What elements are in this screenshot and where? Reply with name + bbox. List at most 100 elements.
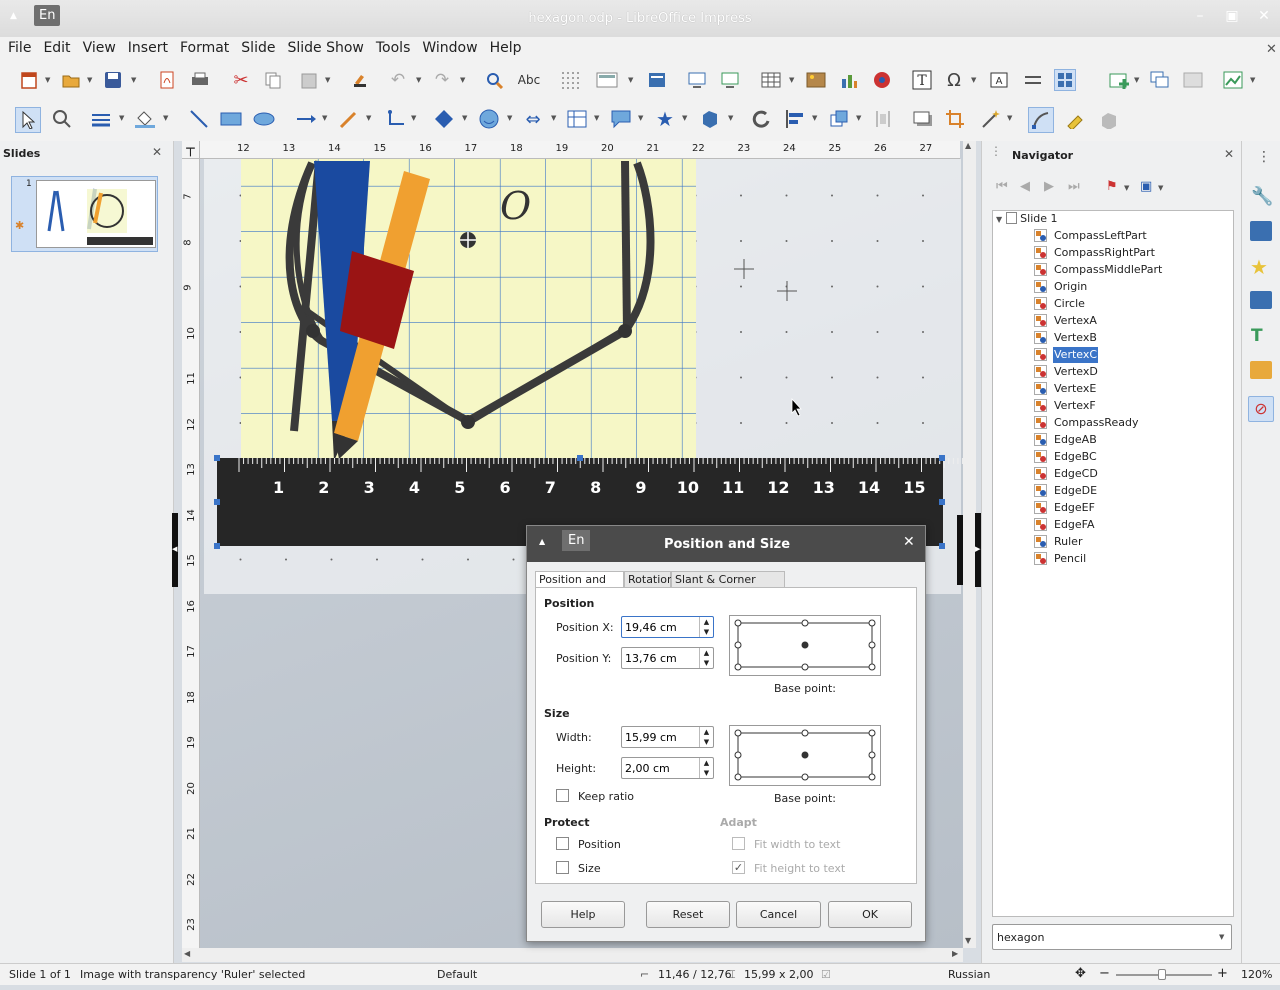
zoom-level[interactable]: 120% xyxy=(1241,968,1272,981)
redo-icon[interactable]: ↷ xyxy=(431,69,453,91)
vertical-ruler[interactable]: 7 8 9 10 11 12 13 14 15 16 17 18 19 20 21 22 23 xyxy=(182,159,200,949)
nav-item[interactable]: EdgeDE xyxy=(1053,483,1098,499)
width-input[interactable] xyxy=(622,727,698,747)
menu-slide[interactable]: Slide xyxy=(237,37,279,60)
rectangle-icon[interactable] xyxy=(220,108,242,130)
media-icon[interactable] xyxy=(871,69,893,91)
first-slide-icon[interactable]: ⏮ xyxy=(996,179,1008,194)
transformations-icon[interactable] xyxy=(1022,69,1044,91)
nav-item[interactable]: CompassLeftPart xyxy=(1053,228,1148,244)
keep-ratio-checkbox[interactable] xyxy=(556,789,569,802)
close-navigator-icon[interactable]: ✕ xyxy=(1224,147,1234,161)
special-character-icon[interactable]: Ω xyxy=(943,69,965,91)
master-slide-icon[interactable] xyxy=(646,69,668,91)
table-icon[interactable] xyxy=(760,69,782,91)
height-field[interactable]: ▲▼ xyxy=(621,757,714,779)
slide-transition-icon[interactable] xyxy=(1250,221,1272,241)
new-icon[interactable] xyxy=(18,69,40,91)
tab-slant-corner[interactable]: Slant & Corner Radius xyxy=(671,571,785,599)
delete-slide-icon[interactable] xyxy=(1182,69,1204,91)
tab-rotation[interactable]: Rotation xyxy=(624,571,674,588)
nav-item[interactable]: VertexE xyxy=(1053,381,1097,397)
slide-thumbnail[interactable]: 1 ✱ xyxy=(11,176,158,252)
zoom-slider-handle[interactable] xyxy=(1158,969,1166,980)
copy-icon[interactable] xyxy=(262,69,284,91)
pos-x-stepper[interactable]: ▲ ▼ xyxy=(699,617,713,637)
nav-item[interactable]: VertexC xyxy=(1053,347,1099,363)
height-input[interactable] xyxy=(622,758,698,778)
align-icon[interactable] xyxy=(784,108,806,130)
next-slide-icon[interactable]: ▶ xyxy=(1044,179,1054,194)
maximize-icon[interactable]: ▣ xyxy=(1224,8,1240,24)
find-replace-icon[interactable] xyxy=(484,69,506,91)
fontwork-icon[interactable]: A xyxy=(988,69,1010,91)
cut-icon[interactable]: ✂ xyxy=(230,69,252,91)
lines-arrows-icon[interactable] xyxy=(296,108,318,130)
start-first-slide-icon[interactable] xyxy=(686,69,708,91)
3d-objects-icon[interactable] xyxy=(698,108,720,130)
save-icon[interactable] xyxy=(102,69,124,91)
toggle-extrusion-icon[interactable] xyxy=(1097,108,1119,130)
fit-height-checkbox[interactable]: ✓ xyxy=(732,861,745,874)
pos-y-input[interactable] xyxy=(622,648,698,668)
nav-tree-root[interactable]: ▼ Slide 1 xyxy=(996,211,1058,227)
export-pdf-icon[interactable] xyxy=(156,69,178,91)
menu-file[interactable]: File xyxy=(4,37,35,60)
menu-tools[interactable]: Tools xyxy=(372,37,415,60)
nav-item[interactable]: CompassReady xyxy=(1053,415,1139,431)
open-icon[interactable] xyxy=(60,69,82,91)
nav-item[interactable]: Ruler xyxy=(1053,534,1083,550)
protect-size-checkbox[interactable] xyxy=(556,861,569,874)
crop-icon[interactable] xyxy=(944,108,966,130)
ellipse-icon[interactable] xyxy=(253,108,275,130)
menu-format[interactable]: Format xyxy=(176,37,233,60)
previous-slide-icon[interactable]: ◀ xyxy=(1020,179,1030,194)
nav-item[interactable]: CompassRightPart xyxy=(1053,245,1156,261)
cancel-button[interactable]: Cancel xyxy=(736,901,821,928)
nav-item[interactable]: EdgeFA xyxy=(1053,517,1096,533)
fill-color-icon[interactable] xyxy=(134,108,156,130)
callouts-icon[interactable] xyxy=(610,108,632,130)
menu-help[interactable]: Help xyxy=(486,37,526,60)
styles-icon[interactable]: T xyxy=(1251,326,1263,346)
slide-layout-icon[interactable] xyxy=(1222,69,1244,91)
protect-position-checkbox[interactable] xyxy=(556,837,569,850)
nav-item[interactable]: EdgeAB xyxy=(1053,432,1098,448)
close-icon[interactable]: ✕ xyxy=(1256,8,1272,24)
size-base-point-grid[interactable] xyxy=(729,725,881,786)
print-icon[interactable] xyxy=(189,69,211,91)
select-icon[interactable] xyxy=(15,107,41,133)
pos-y-stepper[interactable]: ▲ ▼ xyxy=(699,648,713,668)
duplicate-slide-icon[interactable] xyxy=(1149,69,1171,91)
zoom-in-icon[interactable]: + xyxy=(1217,966,1228,981)
help-button[interactable]: Help xyxy=(541,901,625,928)
pos-x-input[interactable] xyxy=(622,617,698,637)
height-stepper[interactable]: ▲ ▼ xyxy=(699,758,713,778)
show-draw-functions-icon[interactable] xyxy=(1054,69,1076,91)
tab-position-size[interactable]: Position and Size xyxy=(535,571,624,599)
line-style-icon[interactable] xyxy=(90,108,112,130)
collapse-icon[interactable]: ▼ xyxy=(996,215,1002,224)
line-icon[interactable] xyxy=(188,108,210,130)
layout-name[interactable]: Default xyxy=(437,968,477,981)
master-slides-icon[interactable] xyxy=(1250,291,1272,309)
connectors-icon[interactable] xyxy=(386,108,408,130)
curves-icon[interactable] xyxy=(338,108,360,130)
flowchart-icon[interactable] xyxy=(566,108,588,130)
points-icon[interactable] xyxy=(1028,107,1054,133)
basic-shapes-icon[interactable] xyxy=(433,108,455,130)
document-selector[interactable]: hexagon ▼ xyxy=(992,924,1232,950)
width-stepper[interactable]: ▲ ▼ xyxy=(699,727,713,747)
dialog-close-icon[interactable]: ✕ xyxy=(903,534,915,550)
rotate-icon[interactable] xyxy=(750,108,772,130)
fit-slide-icon[interactable]: ✥ xyxy=(1075,966,1086,981)
nav-item[interactable]: VertexD xyxy=(1053,364,1099,380)
shapes-filter-icon[interactable]: ▣ xyxy=(1140,179,1152,194)
stars-icon[interactable]: ★ xyxy=(654,107,676,131)
horizontal-scrollbar[interactable]: ◀ ▶ xyxy=(182,948,963,962)
new-slide-icon[interactable] xyxy=(1109,69,1131,91)
properties-icon[interactable]: 🔧 xyxy=(1251,186,1273,207)
nav-item[interactable]: EdgeBC xyxy=(1053,449,1098,465)
minimize-icon[interactable]: – xyxy=(1192,8,1208,24)
pos-y-field[interactable]: ▲▼ xyxy=(621,647,714,669)
